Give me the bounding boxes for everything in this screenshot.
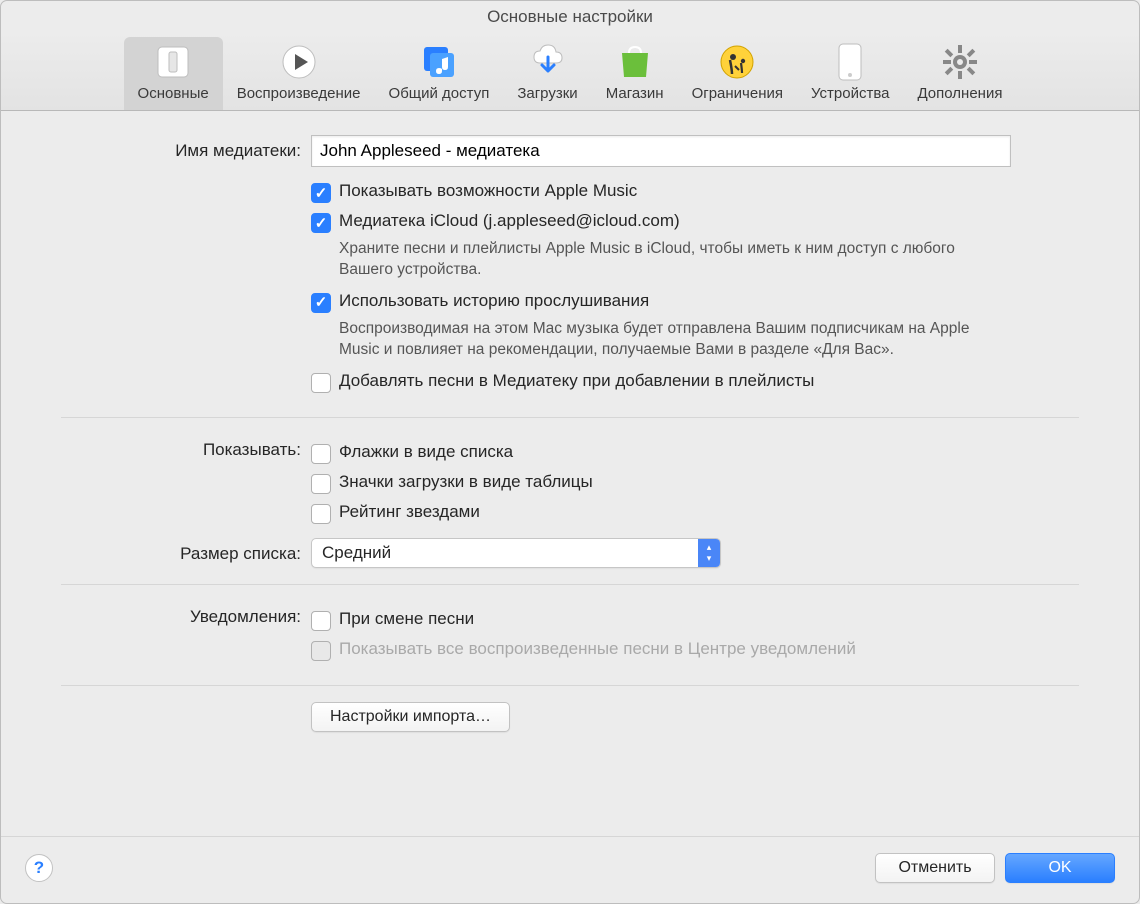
song-change-checkbox[interactable]: [311, 611, 331, 631]
tab-label: Общий доступ: [389, 85, 490, 102]
toolbar: Основные Воспроизведение Общий доступ За…: [1, 31, 1139, 111]
download-icons-label: Значки загрузки в виде таблицы: [339, 472, 593, 492]
tab-label: Основные: [138, 85, 209, 102]
help-button[interactable]: ?: [25, 854, 53, 882]
ok-button[interactable]: OK: [1005, 853, 1115, 883]
tab-downloads[interactable]: Загрузки: [503, 37, 591, 110]
apple-music-checkbox[interactable]: [311, 183, 331, 203]
divider: [61, 685, 1079, 686]
tab-advanced[interactable]: Дополнения: [903, 37, 1016, 110]
listening-history-desc: Воспроизводимая на этом Mac музыка будет…: [339, 319, 1009, 361]
parental-icon: [716, 41, 758, 83]
select-arrows-icon: [698, 539, 720, 567]
tab-label: Магазин: [606, 85, 664, 102]
show-label: Показывать:: [61, 434, 311, 460]
download-cloud-icon: [527, 41, 569, 83]
switch-icon: [152, 41, 194, 83]
list-flags-label: Флажки в виде списка: [339, 442, 513, 462]
song-change-label: При смене песни: [339, 609, 474, 629]
nc-all-label: Показывать все воспроизведенные песни в …: [339, 639, 856, 659]
cancel-button[interactable]: Отменить: [875, 853, 995, 883]
icloud-library-checkbox[interactable]: [311, 213, 331, 233]
apple-music-label: Показывать возможности Apple Music: [339, 181, 637, 201]
play-icon: [278, 41, 320, 83]
tab-sharing[interactable]: Общий доступ: [375, 37, 504, 110]
tab-label: Загрузки: [517, 85, 577, 102]
tab-general[interactable]: Основные: [124, 37, 223, 110]
list-flags-checkbox[interactable]: [311, 444, 331, 464]
icloud-library-label: Медиатека iCloud (j.appleseed@icloud.com…: [339, 211, 680, 231]
library-name-input[interactable]: [311, 135, 1011, 167]
import-settings-button[interactable]: Настройки импорта…: [311, 702, 510, 732]
content-area: Имя медиатеки: Показывать возможности Ap…: [1, 111, 1139, 818]
store-bag-icon: [614, 41, 656, 83]
notifications-label: Уведомления:: [61, 601, 311, 627]
tab-label: Устройства: [811, 85, 889, 102]
tab-label: Дополнения: [917, 85, 1002, 102]
divider: [61, 417, 1079, 418]
preferences-window: Основные настройки Основные Воспроизведе…: [0, 0, 1140, 904]
tab-playback[interactable]: Воспроизведение: [223, 37, 375, 110]
list-size-label: Размер списка:: [61, 538, 311, 564]
tab-store[interactable]: Магазин: [592, 37, 678, 110]
add-songs-checkbox[interactable]: [311, 373, 331, 393]
tab-devices[interactable]: Устройства: [797, 37, 903, 110]
device-icon: [829, 41, 871, 83]
library-name-label: Имя медиатеки:: [61, 135, 311, 161]
divider: [61, 584, 1079, 585]
listening-history-label: Использовать историю прослушивания: [339, 291, 649, 311]
list-size-value: Средний: [322, 543, 391, 563]
tab-label: Ограничения: [692, 85, 783, 102]
window-title: Основные настройки: [1, 1, 1139, 31]
tab-restrictions[interactable]: Ограничения: [678, 37, 797, 110]
star-rating-checkbox[interactable]: [311, 504, 331, 524]
icloud-library-desc: Храните песни и плейлисты Apple Music в …: [339, 239, 1009, 281]
list-size-select[interactable]: Средний: [311, 538, 721, 568]
gear-icon: [939, 41, 981, 83]
listening-history-checkbox[interactable]: [311, 293, 331, 313]
add-songs-label: Добавлять песни в Медиатеку при добавлен…: [339, 371, 814, 391]
tab-label: Воспроизведение: [237, 85, 361, 102]
music-share-icon: [418, 41, 460, 83]
star-rating-label: Рейтинг звездами: [339, 502, 480, 522]
footer: ? Отменить OK: [1, 836, 1139, 903]
download-icons-checkbox[interactable]: [311, 474, 331, 494]
nc-all-checkbox: [311, 641, 331, 661]
